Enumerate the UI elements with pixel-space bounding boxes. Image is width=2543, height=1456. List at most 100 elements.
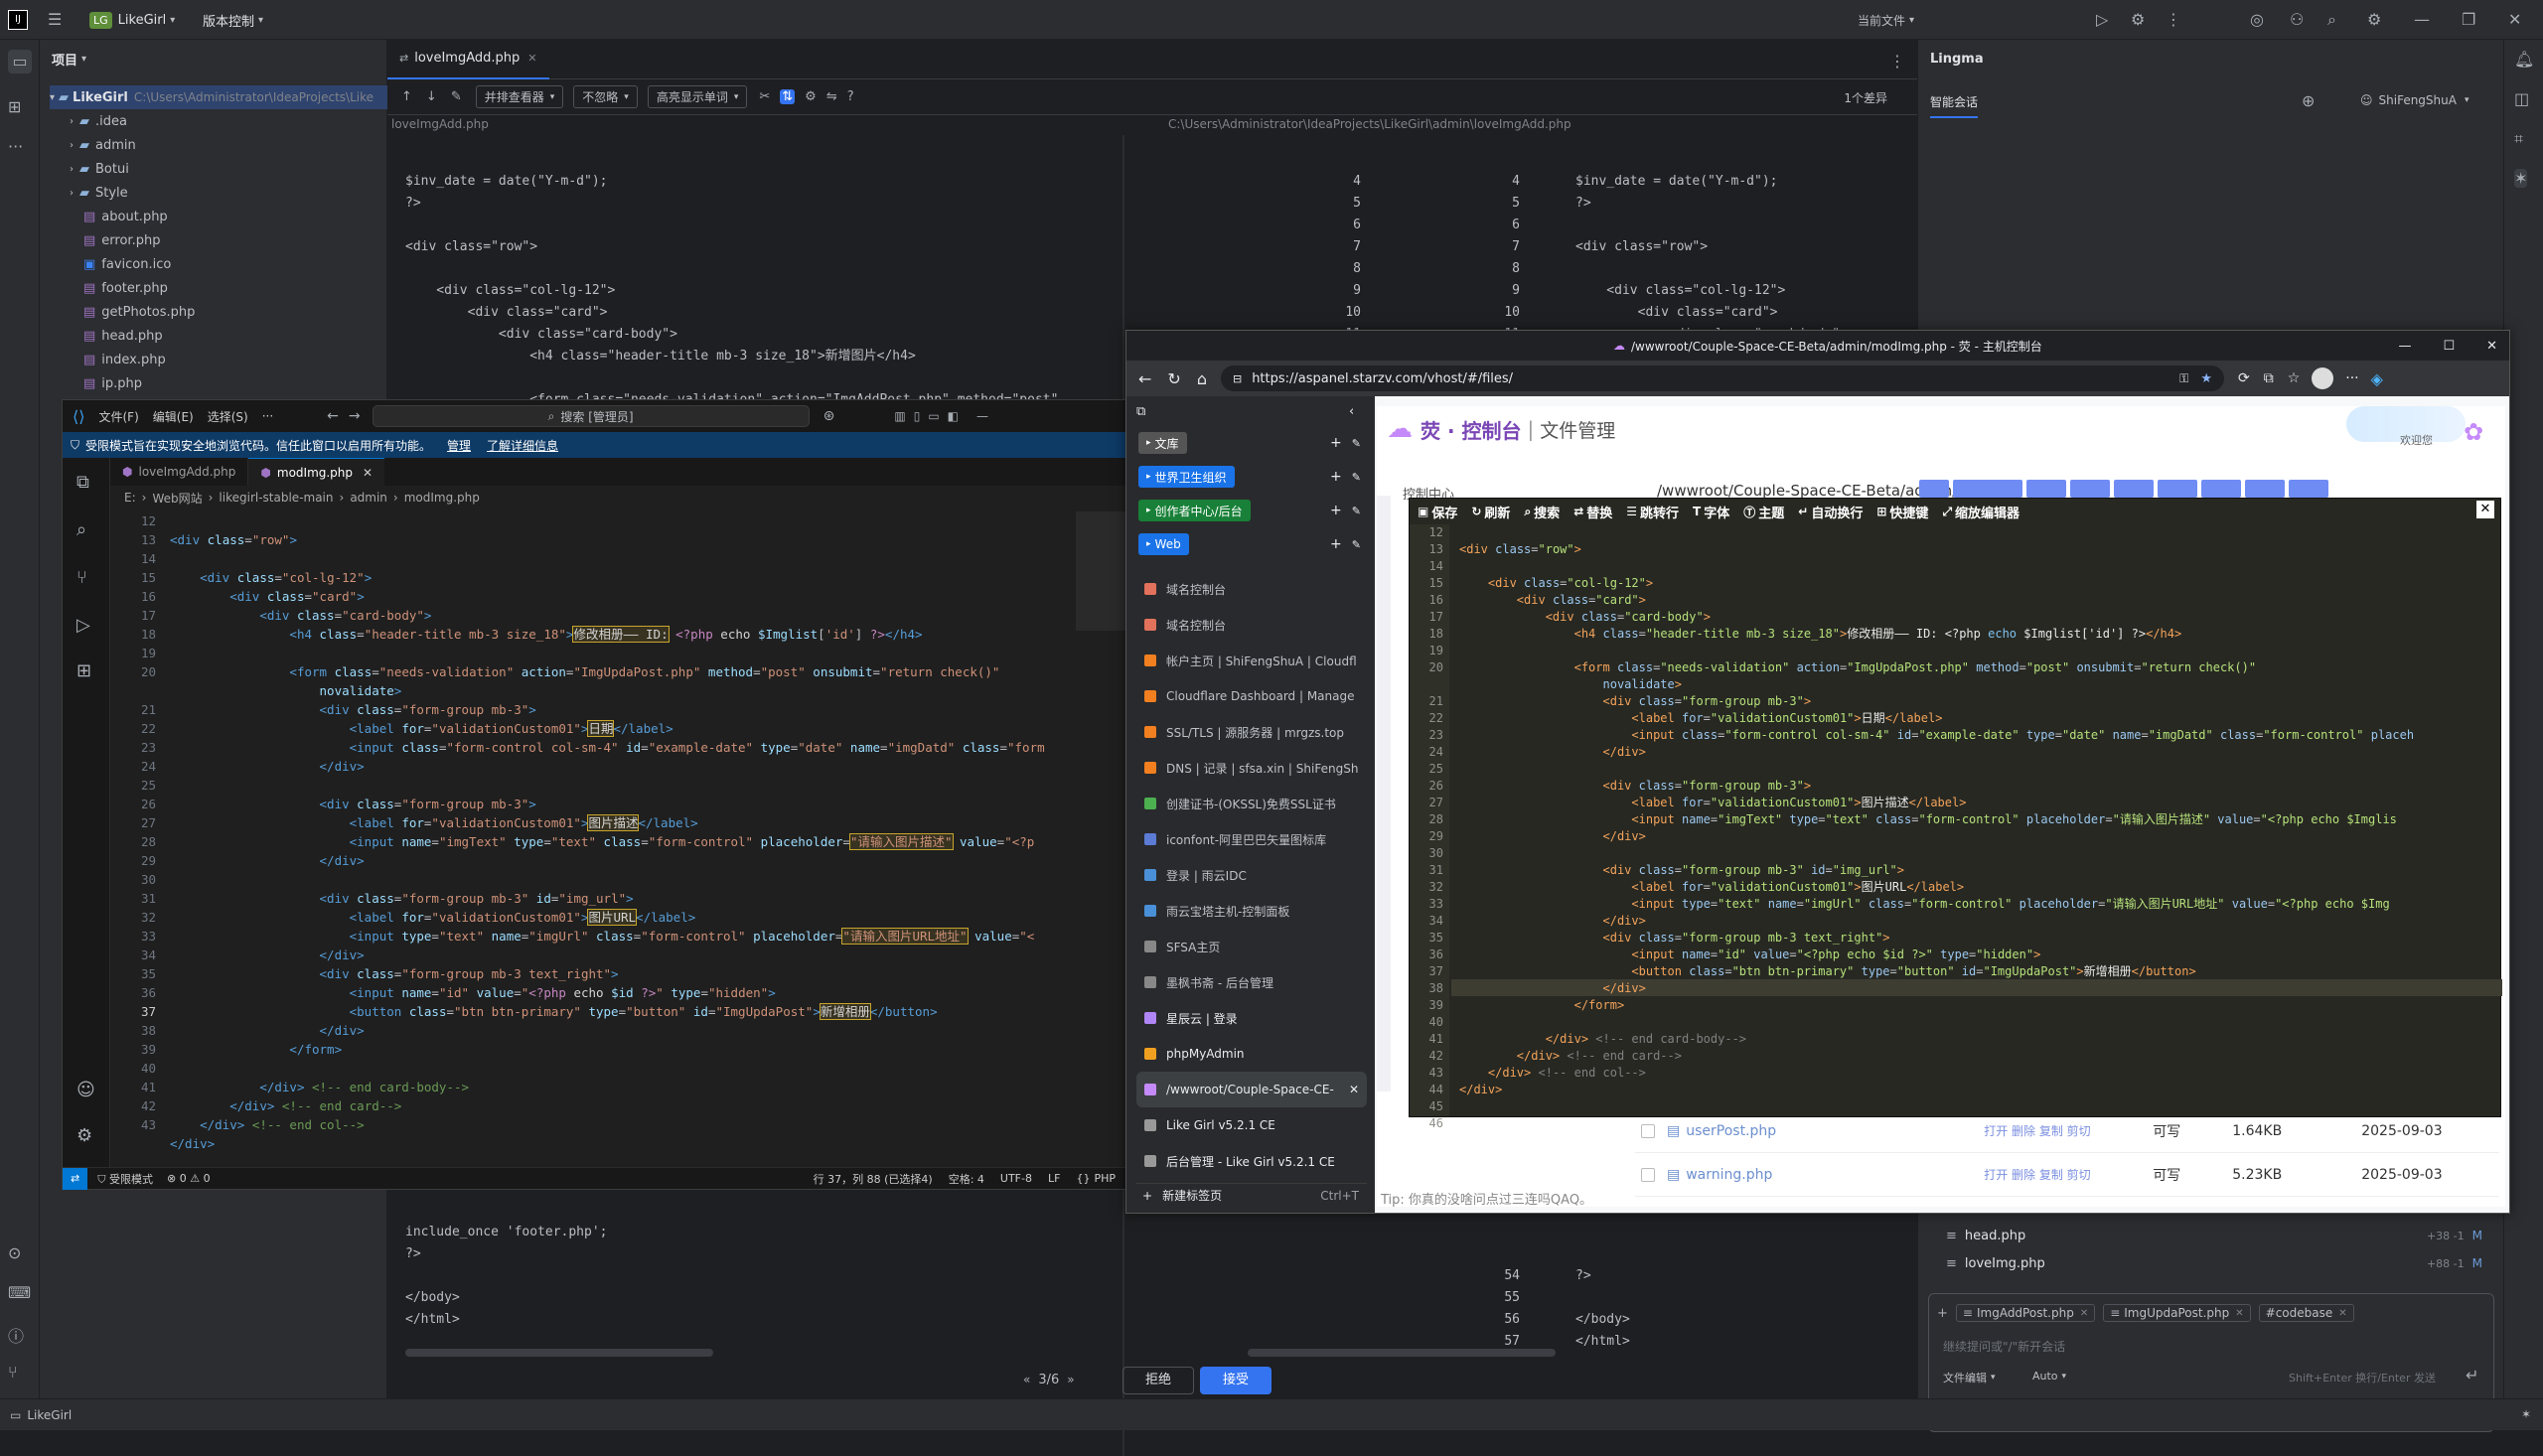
site-info-icon[interactable]: ⊟: [1233, 372, 1242, 385]
more-tools-icon[interactable]: ···: [8, 137, 23, 156]
layout-icon-3[interactable]: ▭: [928, 409, 939, 423]
restricted-mode-status[interactable]: ⛉ 受限模式: [97, 1171, 153, 1187]
run-config-selector[interactable]: 当前文件 ▾: [1858, 8, 1914, 32]
layout-icon-4[interactable]: ◧: [948, 409, 959, 423]
browser-tab[interactable]: 帐户主页 | ShiFengShuA | Cloudfl: [1136, 643, 1367, 678]
add-tab-icon[interactable]: +: [1330, 503, 1342, 518]
close-icon[interactable]: ✕: [2080, 1308, 2088, 1319]
eol-status[interactable]: LF: [1048, 1172, 1060, 1185]
add-tab-icon[interactable]: +: [1330, 435, 1342, 451]
project-folder-icon[interactable]: ▭: [8, 50, 32, 73]
more-icon[interactable]: ···: [2345, 370, 2358, 386]
learn-more-link[interactable]: 了解详细信息: [487, 437, 558, 454]
action-btn[interactable]: [2114, 480, 2154, 498]
tree-item[interactable]: ▤ head.php: [70, 324, 387, 348]
editor-toolbar-button[interactable]: ⤢ 缩放编辑器: [1942, 503, 2019, 521]
prev-change-icon[interactable]: «: [1023, 1373, 1030, 1386]
horizontal-scrollbar-right[interactable]: [1248, 1349, 1556, 1357]
vcs-menu[interactable]: 版本控制 ▾: [203, 8, 263, 32]
avatar[interactable]: [2312, 367, 2334, 389]
action-btn[interactable]: [1919, 480, 1949, 498]
extension-icon-1[interactable]: ⟳: [2238, 370, 2250, 386]
menu-item[interactable]: ···: [262, 409, 273, 423]
context-chip[interactable]: ≡ ImgUpdaPost.php ✕: [2103, 1304, 2251, 1322]
database-icon[interactable]: ⌗: [2514, 129, 2523, 149]
browser-tab[interactable]: SFSA主页: [1136, 929, 1367, 964]
edit-icon[interactable]: ✎: [1352, 471, 1361, 484]
browser-tab[interactable]: SSL/TLS | 源服务器 | mrgzs.top: [1136, 714, 1367, 750]
edit-icon[interactable]: ✎: [1352, 437, 1361, 450]
browser-tab[interactable]: 星辰云 | 登录: [1136, 1000, 1367, 1036]
extensions-icon[interactable]: ⊞: [76, 660, 91, 681]
tab-modimg[interactable]: ⬢ modImg.php ✕: [248, 458, 385, 486]
close-icon[interactable]: ✕: [2486, 339, 2497, 354]
close-icon[interactable]: ✕: [2338, 1308, 2346, 1319]
tree-item[interactable]: ▣ favicon.ico: [70, 252, 387, 276]
bookmark-star-icon[interactable]: ★: [2200, 371, 2212, 386]
lingma-icon[interactable]: ✶: [2514, 169, 2528, 188]
file-row[interactable]: ▤ warning.php 打开 删除 复制 剪切 可写 5.23KB 2025-09-0…: [1635, 1153, 2499, 1197]
tree-item[interactable]: › ▰ Style: [70, 181, 387, 205]
browser-tab[interactable]: iconfont-阿里巴巴矢量图标库: [1136, 821, 1367, 857]
editor-toolbar-button[interactable]: ⇄ 替换: [1573, 503, 1612, 521]
file-name[interactable]: userPost.php: [1686, 1123, 1984, 1139]
browser-tab[interactable]: 域名控制台: [1136, 571, 1367, 607]
tree-item[interactable]: ▤ about.php: [70, 205, 387, 228]
editor-code[interactable]: <div class="row"> <div class="col-lg-12"…: [1459, 524, 2500, 1116]
ignore-dropdown[interactable]: 不忽略 ▾: [573, 85, 638, 108]
edit-icon[interactable]: ✎: [451, 89, 462, 104]
browser-tab[interactable]: Cloudflare Dashboard | Manage: [1136, 678, 1367, 714]
context-chip[interactable]: ≡ ImgAddPost.php ✕: [1955, 1304, 2096, 1322]
extension-icon-2[interactable]: ⧉: [2264, 370, 2274, 386]
password-key-icon[interactable]: ⚿: [2179, 371, 2188, 386]
restore-icon[interactable]: ☐: [2443, 339, 2455, 354]
browser-tab[interactable]: 登录 | 雨云IDC: [1136, 857, 1367, 893]
close-icon[interactable]: ✕: [2508, 10, 2521, 29]
diff-tab[interactable]: ⇄ loveImgAdd.php ✕: [387, 40, 549, 79]
close-icon[interactable]: ✕: [2235, 1308, 2243, 1319]
project-panel-header[interactable]: 项目 ▾: [52, 50, 86, 69]
minimize-icon[interactable]: —: [2398, 339, 2411, 354]
tree-item[interactable]: ▤ footer.php: [70, 276, 387, 300]
edit-icon[interactable]: ✎: [1352, 538, 1361, 551]
run-icon[interactable]: ▷: [2096, 10, 2108, 29]
browser-tab[interactable]: Like Girl v5.2.1 CE: [1136, 1107, 1367, 1143]
help-icon[interactable]: ?: [847, 89, 854, 104]
model-selector[interactable]: Auto ▾: [2032, 1370, 2066, 1383]
tab-group[interactable]: ▸ 文库 + ✎: [1138, 432, 1367, 454]
edit-icon[interactable]: ✎: [1352, 505, 1361, 517]
manage-link[interactable]: 管理: [447, 437, 471, 454]
more-icon[interactable]: ⋮: [2166, 10, 2181, 29]
send-icon[interactable]: ↵: [2466, 1366, 2478, 1384]
action-btn[interactable]: [2158, 480, 2197, 498]
file-checkbox[interactable]: [1641, 1167, 1655, 1182]
indent-status[interactable]: 空格: 4: [949, 1171, 984, 1187]
layout-icon-1[interactable]: ▥: [894, 409, 905, 423]
browser-tab[interactable]: phpMyAdmin: [1136, 1036, 1367, 1072]
close-tab-icon[interactable]: ✕: [1349, 1083, 1359, 1096]
horizontal-scrollbar[interactable]: [405, 1349, 713, 1357]
editor-toolbar-button[interactable]: T 字体: [1693, 503, 1729, 521]
prev-diff-icon[interactable]: ↑: [401, 89, 412, 104]
context-chip[interactable]: #codebase ✕: [2258, 1304, 2354, 1322]
swap-icon[interactable]: ⇋: [826, 89, 837, 104]
user-menu[interactable]: ☺ ShiFengShuA ▾: [2360, 93, 2469, 107]
browser-tab[interactable]: /wwwroot/Couple-Space-CE- ✕: [1136, 1072, 1367, 1107]
copilot-icon[interactable]: ⊛: [823, 408, 835, 424]
file-actions[interactable]: 打开 删除 复制 剪切: [1984, 1166, 2153, 1183]
ai-chat-icon[interactable]: ◫: [2514, 89, 2529, 108]
tab-options-icon[interactable]: ⋮: [1889, 52, 1905, 71]
editor-toolbar-button[interactable]: ▣ 保存: [1418, 503, 1457, 521]
reload-icon[interactable]: ↻: [1167, 369, 1180, 388]
vscode-code[interactable]: <div class="row"> <div class="col-lg-12"…: [170, 511, 1129, 1167]
editor-toolbar-button[interactable]: ↵ 自动换行: [1798, 503, 1863, 521]
file-name[interactable]: warning.php: [1686, 1167, 1984, 1183]
editor-toolbar-button[interactable]: Ⓣ 主题: [1743, 503, 1784, 521]
status-ai-icon[interactable]: ✶: [2521, 1407, 2531, 1421]
search-icon[interactable]: ⌕: [2327, 10, 2336, 30]
file-checkbox[interactable]: [1641, 1123, 1655, 1138]
back-arrow-icon[interactable]: ←: [1138, 369, 1151, 388]
problems-status[interactable]: ⊗ 0 ⚠ 0: [167, 1172, 211, 1185]
remote-icon[interactable]: ⇄: [63, 1167, 88, 1190]
browser-tab[interactable]: DNS | 记录 | sfsa.xin | ShiFengSh: [1136, 750, 1367, 786]
